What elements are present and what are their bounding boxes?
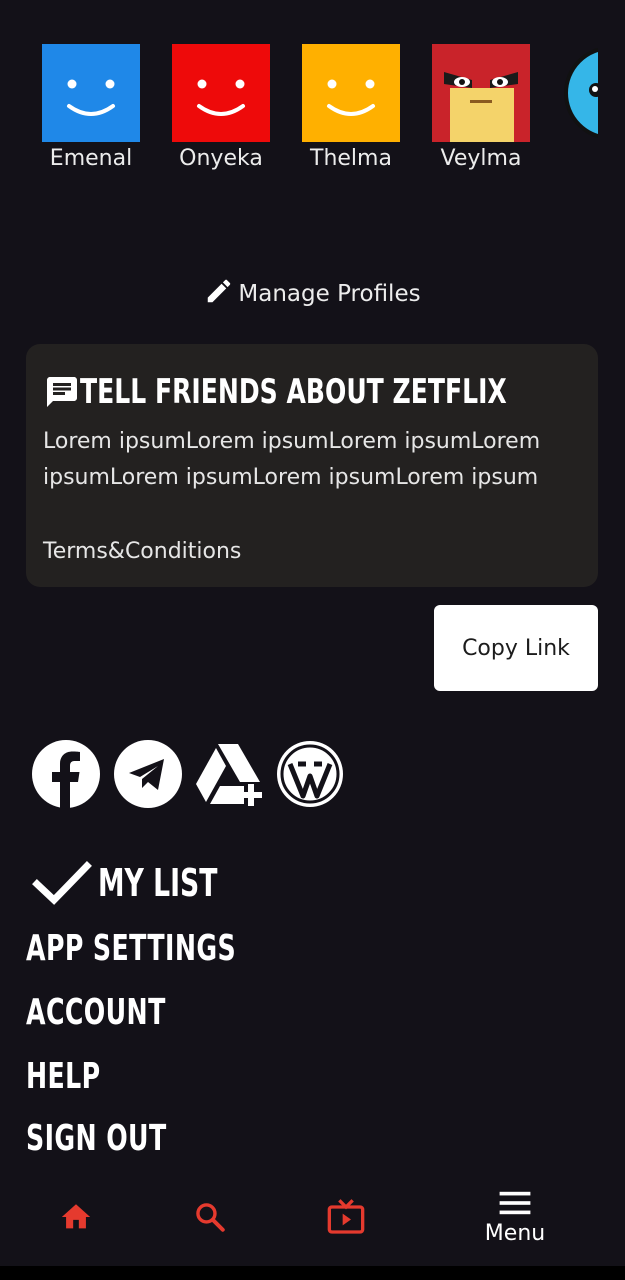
telegram-icon[interactable] <box>114 740 182 808</box>
terms-link[interactable]: Terms&Conditions <box>43 539 241 564</box>
profile-a[interactable]: A <box>562 44 598 171</box>
nav-menu[interactable]: Menu <box>470 1168 560 1266</box>
nav-home[interactable] <box>46 1168 106 1266</box>
my-list-label: MY LIST <box>98 861 218 905</box>
copy-link-button[interactable]: Copy Link <box>434 605 598 691</box>
nav-live-tv[interactable] <box>316 1168 376 1266</box>
share-card: TELL FRIENDS ABOUT ZETFLIX Lorem ipsumLo… <box>26 344 598 587</box>
manage-profiles-button[interactable]: Manage Profiles <box>0 276 625 307</box>
profile-veylma[interactable]: Veylma <box>432 44 530 171</box>
message-icon <box>47 377 77 407</box>
smiley-icon <box>302 44 400 142</box>
google-drive-icon[interactable] <box>194 740 262 808</box>
blue-character-icon <box>562 44 598 142</box>
share-card-title: TELL FRIENDS ABOUT ZETFLIX <box>44 372 600 412</box>
system-bar <box>0 1266 625 1280</box>
share-card-heading: TELL FRIENDS ABOUT ZETFLIX <box>80 372 507 412</box>
app-settings-link[interactable]: APP SETTINGS <box>26 928 236 969</box>
smiley-icon <box>172 44 270 142</box>
sign-out-link[interactable]: SIGN OUT <box>26 1118 167 1159</box>
profile-name: Veylma <box>440 146 522 171</box>
bottom-navigation: Menu <box>0 1168 625 1266</box>
check-icon <box>32 861 92 905</box>
pencil-icon <box>208 279 231 303</box>
profiles-row: Emenal Onyeka Thelma Veylma <box>0 44 598 184</box>
help-link[interactable]: HELP <box>26 1056 101 1097</box>
nav-search[interactable] <box>180 1168 240 1266</box>
home-icon <box>61 1204 91 1229</box>
nav-menu-label: Menu <box>484 1220 546 1246</box>
wordpress-icon[interactable] <box>276 740 344 808</box>
facebook-icon[interactable] <box>32 740 100 808</box>
profile-thelma[interactable]: Thelma <box>302 44 400 171</box>
menu-icon <box>499 1191 531 1214</box>
profile-name: Emenal <box>49 146 133 171</box>
search-icon <box>196 1203 225 1232</box>
manage-profiles-label: Manage Profiles <box>238 281 421 307</box>
smiley-icon <box>42 44 140 142</box>
live-tv-icon <box>327 1199 365 1234</box>
profile-name: Thelma <box>310 146 392 171</box>
profile-name: Onyeka <box>179 146 263 171</box>
my-list-button[interactable]: MY LIST <box>32 858 251 908</box>
profile-onyeka[interactable]: Onyeka <box>172 44 270 171</box>
share-card-body: Lorem ipsumLorem ipsumLorem ipsumLorem i… <box>43 429 541 490</box>
profile-name: A <box>562 146 598 171</box>
account-link[interactable]: ACCOUNT <box>26 992 166 1033</box>
red-character-icon <box>432 44 530 142</box>
profile-emenal[interactable]: Emenal <box>42 44 140 171</box>
